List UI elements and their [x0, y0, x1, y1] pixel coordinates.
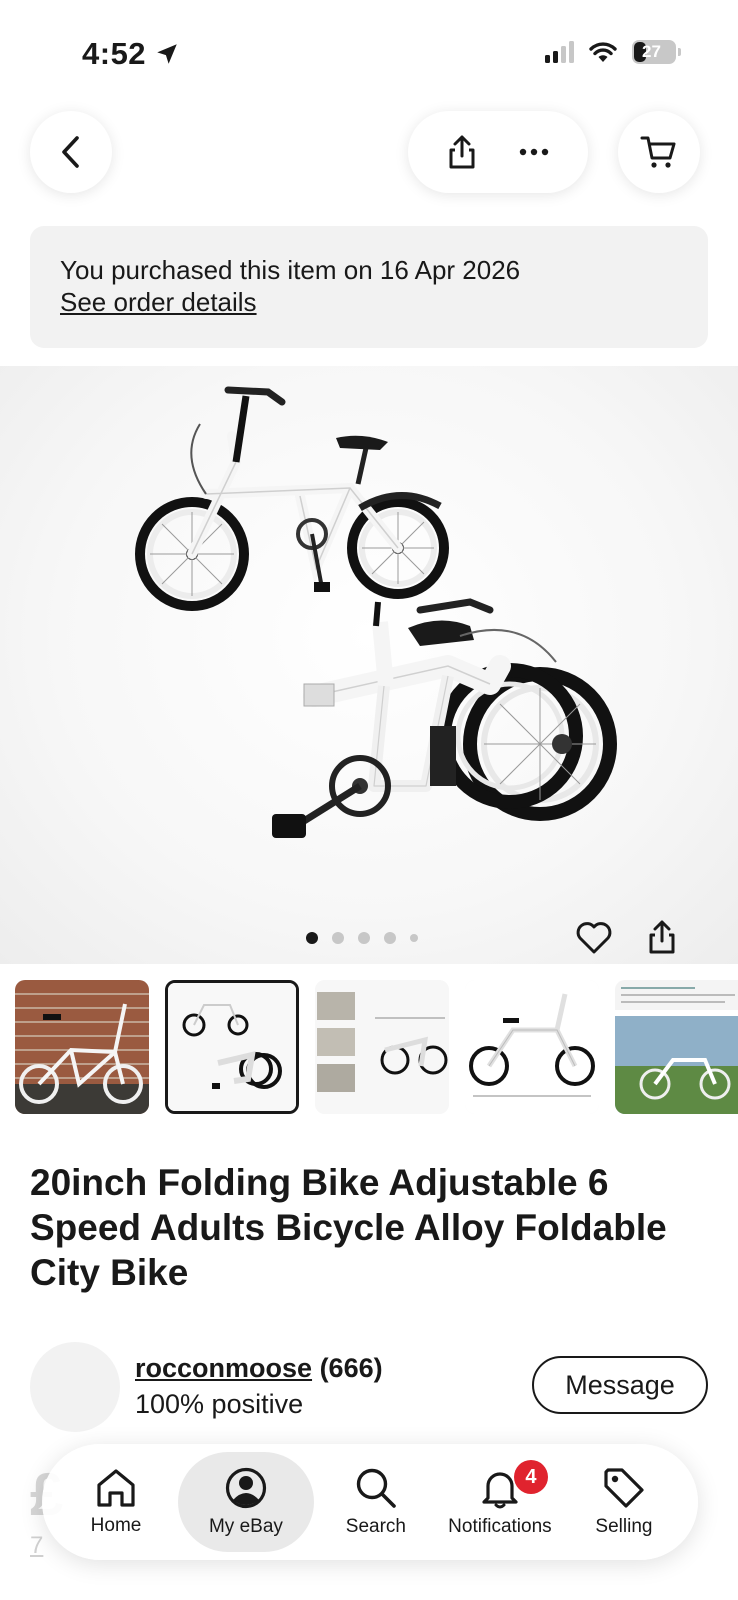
dimensions-image [315, 980, 449, 1114]
battery-level: 27 [642, 42, 661, 61]
order-details-link[interactable]: See order details [60, 286, 678, 318]
product-image-main[interactable] [0, 366, 738, 964]
nav-search[interactable]: Search [314, 1452, 438, 1552]
message-seller-button[interactable]: Message [532, 1356, 708, 1414]
gallery-pagination[interactable] [306, 932, 418, 944]
share-image-button[interactable] [642, 916, 682, 958]
seller-avatar[interactable] [30, 1342, 120, 1432]
seller-feedback-count: (666) [319, 1353, 383, 1383]
watch-button[interactable] [574, 918, 614, 958]
seller-name-link[interactable]: rocconmoose [135, 1353, 312, 1383]
folding-bike-thumb-image [168, 983, 296, 1111]
listing-title: 20inch Folding Bike Adjustable 6 Speed A… [30, 1162, 667, 1293]
share-icon [449, 135, 474, 169]
notification-badge: 4 [513, 1460, 548, 1494]
thumbnail-1[interactable] [15, 980, 149, 1114]
seller-positive-rating: 100% positive [135, 1389, 304, 1419]
share-more-group [408, 111, 588, 193]
status-indicators: 27 [545, 40, 681, 64]
purchase-date-text: You purchased this item on 16 Apr 2026 [60, 255, 521, 285]
status-time: 4:52 [82, 36, 180, 72]
clock-text: 4:52 [82, 36, 147, 71]
pagination-dot[interactable] [384, 932, 396, 944]
thumbnail-strip[interactable] [15, 980, 738, 1114]
purchase-banner: You purchased this item on 16 Apr 2026 S… [30, 226, 708, 348]
heart-icon [576, 922, 612, 954]
search-icon [356, 1468, 396, 1508]
location-arrow-icon [157, 44, 177, 64]
cellular-signal-icon [545, 41, 574, 63]
bike-dimensions-image [465, 980, 599, 1114]
wifi-icon [589, 42, 617, 62]
account-icon [225, 1467, 267, 1509]
nav-notifications[interactable]: 4 Notifications [438, 1452, 562, 1552]
cart-button[interactable] [618, 111, 700, 193]
thumbnail-2[interactable] [165, 980, 299, 1114]
nav-search-label: Search [345, 1516, 406, 1537]
share-icon [649, 920, 675, 954]
pagination-dot-active[interactable] [306, 932, 318, 944]
pagination-dot[interactable] [410, 934, 418, 942]
nav-my-ebay-label: My eBay [208, 1516, 283, 1537]
cart-icon [640, 136, 676, 168]
pagination-dot[interactable] [358, 932, 370, 944]
back-button[interactable] [30, 111, 112, 193]
more-options-button[interactable] [518, 147, 550, 157]
nav-selling[interactable]: Selling [562, 1452, 686, 1552]
price-subtext-behind-nav: 7 [30, 1532, 44, 1559]
bike-brick-wall-image [15, 980, 149, 1114]
nav-my-ebay[interactable]: My eBay [178, 1452, 314, 1552]
home-icon [97, 1469, 135, 1507]
share-button[interactable] [447, 134, 477, 170]
tag-icon [604, 1468, 644, 1508]
bike-outdoor-image [615, 980, 738, 1114]
bottom-nav: Home My eBay Search 4 Notifications Sell… [42, 1444, 698, 1560]
nav-notifications-label: Notifications [448, 1516, 552, 1537]
seller-info: rocconmoose (666) 100% positive [135, 1350, 383, 1422]
nav-home-label: Home [90, 1515, 142, 1536]
nav-home[interactable]: Home [54, 1452, 178, 1552]
more-dots-icon [519, 148, 548, 156]
status-bar: 4:52 27 [0, 0, 738, 100]
nav-selling-label: Selling [595, 1516, 653, 1537]
chevron-left-icon [62, 136, 79, 168]
battery-icon: 27 [632, 40, 681, 64]
thumbnail-5[interactable] [615, 980, 738, 1114]
thumbnail-4[interactable] [465, 980, 599, 1114]
folding-bike-image [135, 386, 617, 838]
pagination-dot[interactable] [332, 932, 344, 944]
thumbnail-3[interactable] [315, 980, 449, 1114]
